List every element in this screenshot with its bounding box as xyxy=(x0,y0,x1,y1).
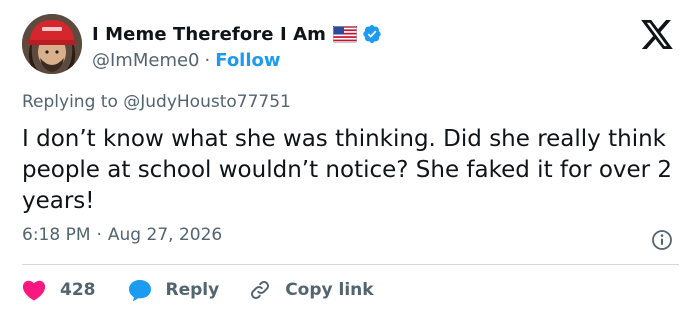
copy-link-button[interactable]: Copy link xyxy=(249,279,374,301)
verified-badge-icon xyxy=(362,24,382,44)
x-logo-icon[interactable] xyxy=(641,20,673,49)
timestamp-separator: · xyxy=(96,225,102,245)
follow-button[interactable]: Follow xyxy=(215,50,280,71)
like-count: 428 xyxy=(60,280,96,300)
replying-to-text: Replying to @JudyHousto77751 xyxy=(22,92,291,112)
author-name-row: I Meme Therefore I Am xyxy=(92,22,382,46)
tweet-text: I don’t know what she was thinking. Did … xyxy=(22,126,673,214)
heart-icon xyxy=(22,280,46,301)
avatar-image xyxy=(22,14,82,74)
tweet-actions: 428 Reply Copy link xyxy=(22,277,374,303)
reply-label: Reply xyxy=(165,280,220,300)
reply-button[interactable]: Reply xyxy=(128,279,220,302)
handle-separator: · xyxy=(204,49,211,71)
like-button[interactable]: 428 xyxy=(22,279,96,301)
info-icon[interactable] xyxy=(651,229,673,251)
us-flag-icon xyxy=(333,25,357,43)
tweet-timestamp[interactable]: 6:18 PM · Aug 27, 2026 xyxy=(22,225,222,245)
divider xyxy=(22,264,679,265)
link-icon xyxy=(251,281,270,299)
copy-link-label: Copy link xyxy=(285,280,374,300)
author-display-name[interactable]: I Meme Therefore I Am xyxy=(92,24,326,45)
author-handle[interactable]: @ImMeme0 xyxy=(92,50,200,71)
reply-bubble-icon xyxy=(128,279,151,301)
author-handle-row: @ImMeme0 · Follow xyxy=(92,48,281,72)
tweet-time: 6:18 PM xyxy=(22,225,91,245)
author-avatar[interactable] xyxy=(22,14,82,74)
tweet-date: Aug 27, 2026 xyxy=(107,225,223,245)
